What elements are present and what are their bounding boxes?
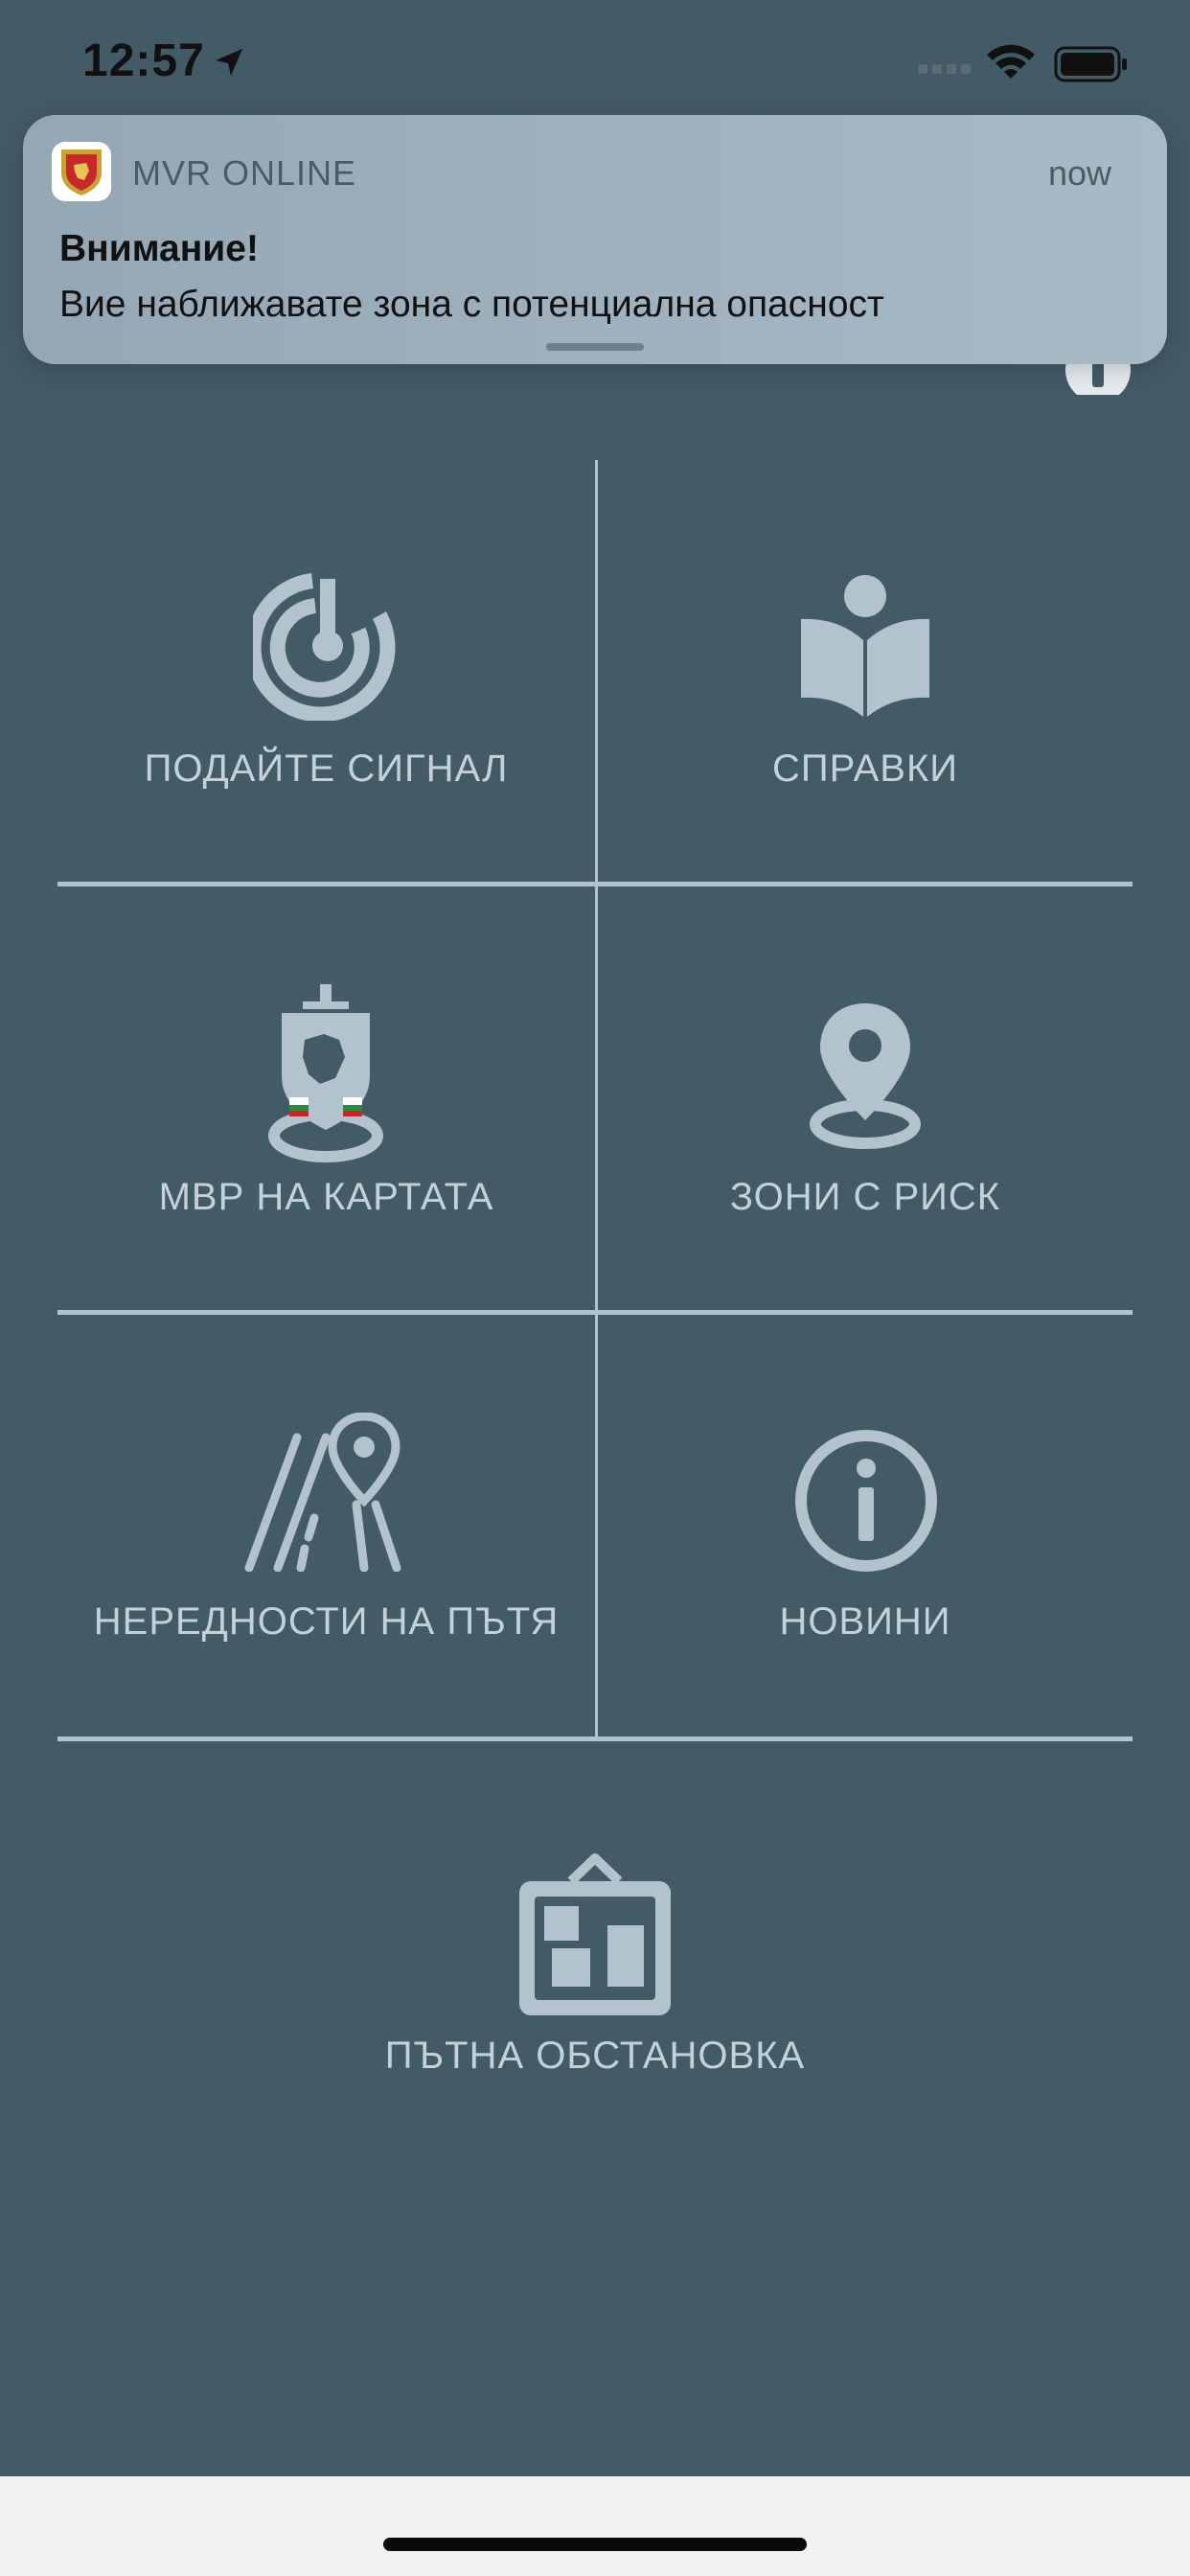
mvr-emblem-map-icon	[268, 984, 383, 1162]
info-circle-icon	[795, 1430, 937, 1572]
battery-icon	[1054, 46, 1127, 82]
radar-signal-icon	[253, 573, 396, 721]
status-time: 12:57	[82, 35, 205, 86]
road-situation-board-icon	[519, 1853, 671, 2015]
notification-drag-handle[interactable]	[546, 343, 644, 351]
cellular-signal-icon	[918, 64, 971, 74]
menu-tile-news[interactable]: НОВИНИ	[598, 1315, 1133, 1736]
road-pin-icon	[244, 1413, 401, 1572]
menu-label: НОВИНИ	[779, 1600, 951, 1643]
notification-banner[interactable]: MVR ONLINE now Внимание! Вие наближавате…	[23, 115, 1167, 364]
menu-label: СПРАВКИ	[771, 748, 959, 790]
notification-title: Внимание!	[59, 228, 259, 269]
menu-label: ПОДАЙТЕ СИГНАЛ	[144, 748, 509, 790]
location-arrow-icon	[216, 49, 242, 76]
menu-label: НЕРЕДНОСТИ НА ПЪТЯ	[93, 1600, 560, 1643]
menu-label: МВР НА КАРТАТА	[158, 1176, 494, 1218]
menu-tile-mvr-on-map[interactable]: МВР НА КАРТАТА	[57, 886, 595, 1310]
status-bar: 12:57	[0, 0, 1190, 126]
notification-body: Вие наближавате зона с потенциална опасн…	[59, 284, 884, 325]
menu-tile-road-situation[interactable]: ПЪТНА ОБСТАНОВКА	[57, 1741, 1133, 2163]
home-indicator[interactable]	[383, 2538, 807, 2551]
notification-app-name: MVR ONLINE	[132, 153, 357, 193]
map-pin-icon	[810, 1003, 921, 1149]
menu-label: ПЪТНА ОБСТАНОВКА	[384, 2035, 806, 2077]
menu-tile-risk-zones[interactable]: ЗОНИ С РИСК	[598, 886, 1133, 1310]
notification-time: now	[1047, 153, 1111, 193]
wifi-icon	[987, 44, 1035, 79]
menu-label: ЗОНИ С РИСК	[729, 1176, 1001, 1218]
mvr-crest-icon	[52, 142, 111, 201]
open-book-reader-icon	[801, 575, 929, 717]
menu-tile-inquiries[interactable]: СПРАВКИ	[598, 460, 1133, 882]
menu-tile-road-irregularities[interactable]: НЕРЕДНОСТИ НА ПЪТЯ	[57, 1315, 595, 1736]
menu-tile-report-signal[interactable]: ПОДАЙТЕ СИГНАЛ	[57, 460, 595, 882]
home-indicator-area	[0, 2476, 1190, 2576]
